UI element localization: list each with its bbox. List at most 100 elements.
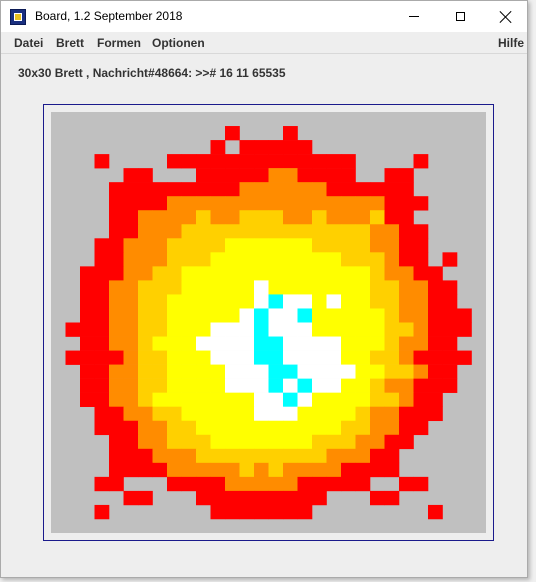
board-cell-red[interactable] — [384, 182, 400, 197]
board-cell-white[interactable] — [326, 336, 342, 351]
board-cell-orange[interactable] — [138, 406, 153, 422]
board-cell-red[interactable] — [370, 490, 385, 506]
board-cell-red[interactable] — [384, 490, 400, 506]
board-cell-gold[interactable] — [196, 448, 211, 464]
board-cell-yellow[interactable] — [181, 350, 197, 365]
board-cell-white[interactable] — [297, 392, 313, 407]
board-cell-orange[interactable] — [312, 182, 327, 197]
board-cell-gold[interactable] — [355, 406, 371, 422]
board-cell-cyan[interactable] — [268, 364, 284, 379]
board-cell-yellow[interactable] — [254, 252, 269, 267]
board-cell-orange[interactable] — [109, 322, 124, 337]
board-cell-orange[interactable] — [123, 392, 139, 407]
board-cell-yellow[interactable] — [341, 378, 356, 393]
board-cell-red[interactable] — [65, 350, 81, 365]
board-cell-gold[interactable] — [384, 322, 400, 337]
board-cell-orange[interactable] — [326, 448, 342, 464]
board-cell-red[interactable] — [94, 350, 110, 365]
board-cell-yellow[interactable] — [239, 420, 255, 436]
board-cell-orange[interactable] — [413, 364, 429, 379]
board-cell-red[interactable] — [196, 168, 211, 183]
board-cell-red[interactable] — [384, 462, 400, 478]
board-cell-orange[interactable] — [384, 252, 400, 267]
board-cell-red[interactable] — [399, 182, 414, 197]
board-cell-orange[interactable] — [152, 224, 168, 239]
board-cell-gold[interactable] — [283, 224, 298, 239]
board-cell-yellow[interactable] — [254, 238, 269, 253]
board-cell-gold[interactable] — [225, 448, 240, 464]
board-cell-orange[interactable] — [399, 392, 414, 407]
board-cell-red[interactable] — [283, 504, 298, 520]
board-cell-gold[interactable] — [210, 448, 226, 464]
board-cell-orange[interactable] — [138, 238, 153, 253]
board-cell-yellow[interactable] — [355, 280, 371, 295]
board-cell-orange[interactable] — [268, 196, 284, 211]
board-cell-gold[interactable] — [326, 238, 342, 253]
board-cell-red[interactable] — [123, 420, 139, 436]
board-cell-white[interactable] — [326, 378, 342, 393]
board-cell-white[interactable] — [225, 364, 240, 379]
board-cell-orange[interactable] — [181, 196, 197, 211]
board-cell-red[interactable] — [326, 476, 342, 492]
board-cell-yellow[interactable] — [355, 364, 371, 379]
board-cell-gold[interactable] — [181, 420, 197, 436]
board-cell-red[interactable] — [152, 182, 168, 197]
board-cell-red[interactable] — [109, 210, 124, 225]
board-cell-orange[interactable] — [370, 406, 385, 422]
board-cell-red[interactable] — [123, 462, 139, 478]
board-cell-orange[interactable] — [181, 210, 197, 225]
board-cell-orange[interactable] — [138, 252, 153, 267]
board-cell-orange[interactable] — [399, 266, 414, 281]
board-cell-yellow[interactable] — [341, 266, 356, 281]
board-cell-yellow[interactable] — [341, 406, 356, 422]
board-cell-red[interactable] — [268, 490, 284, 506]
board-cell-red[interactable] — [355, 182, 371, 197]
board-cell-yellow[interactable] — [181, 406, 197, 422]
board-cell-red[interactable] — [181, 154, 197, 169]
board-cell-red[interactable] — [210, 168, 226, 183]
board-cell-gold[interactable] — [399, 322, 414, 337]
board-cell-orange[interactable] — [399, 350, 414, 365]
board-cell-red[interactable] — [225, 168, 240, 183]
board-cell-yellow[interactable] — [181, 266, 197, 281]
board-cell-gold[interactable] — [341, 238, 356, 253]
board-cell-gold[interactable] — [268, 224, 284, 239]
board-cell-orange[interactable] — [123, 266, 139, 281]
board-cell-orange[interactable] — [341, 210, 356, 225]
board-cell-red[interactable] — [254, 154, 269, 169]
board-cell-red[interactable] — [94, 336, 110, 351]
board-cell-red[interactable] — [442, 364, 458, 379]
board-cell-red[interactable] — [413, 266, 429, 281]
board-cell-yellow[interactable] — [312, 406, 327, 422]
board-cell-gold[interactable] — [384, 336, 400, 351]
board-cell-red[interactable] — [341, 182, 356, 197]
board-cell-red[interactable] — [268, 504, 284, 520]
board-cell-yellow[interactable] — [181, 280, 197, 295]
board-cell-orange[interactable] — [109, 392, 124, 407]
board-cell-yellow[interactable] — [196, 392, 211, 407]
board-cell-gold[interactable] — [152, 266, 168, 281]
board-cell-red[interactable] — [297, 168, 313, 183]
board-cell-red[interactable] — [428, 336, 443, 351]
board-cell-orange[interactable] — [254, 476, 269, 492]
board-cell-orange[interactable] — [355, 196, 371, 211]
board-cell-yellow[interactable] — [181, 294, 197, 309]
board-cell-red[interactable] — [109, 434, 124, 450]
board-cell-orange[interactable] — [297, 182, 313, 197]
board-cell-yellow[interactable] — [225, 434, 240, 450]
board-cell-orange[interactable] — [413, 322, 429, 337]
board-cell-gold[interactable] — [370, 210, 385, 225]
board-cell-red[interactable] — [123, 448, 139, 464]
board-cell-red[interactable] — [442, 280, 458, 295]
board-cell-red[interactable] — [442, 308, 458, 323]
board-cell-white[interactable] — [268, 392, 284, 407]
board-cell-red[interactable] — [80, 336, 95, 351]
board-cell-red[interactable] — [399, 168, 414, 183]
board-cell-orange[interactable] — [181, 448, 197, 464]
board-cell-cyan[interactable] — [268, 336, 284, 351]
board-cell-white[interactable] — [225, 378, 240, 393]
board-cell-cyan[interactable] — [297, 378, 313, 393]
board-cell-white[interactable] — [268, 406, 284, 422]
board-cell-red[interactable] — [326, 168, 342, 183]
board-cell-yellow[interactable] — [239, 266, 255, 281]
